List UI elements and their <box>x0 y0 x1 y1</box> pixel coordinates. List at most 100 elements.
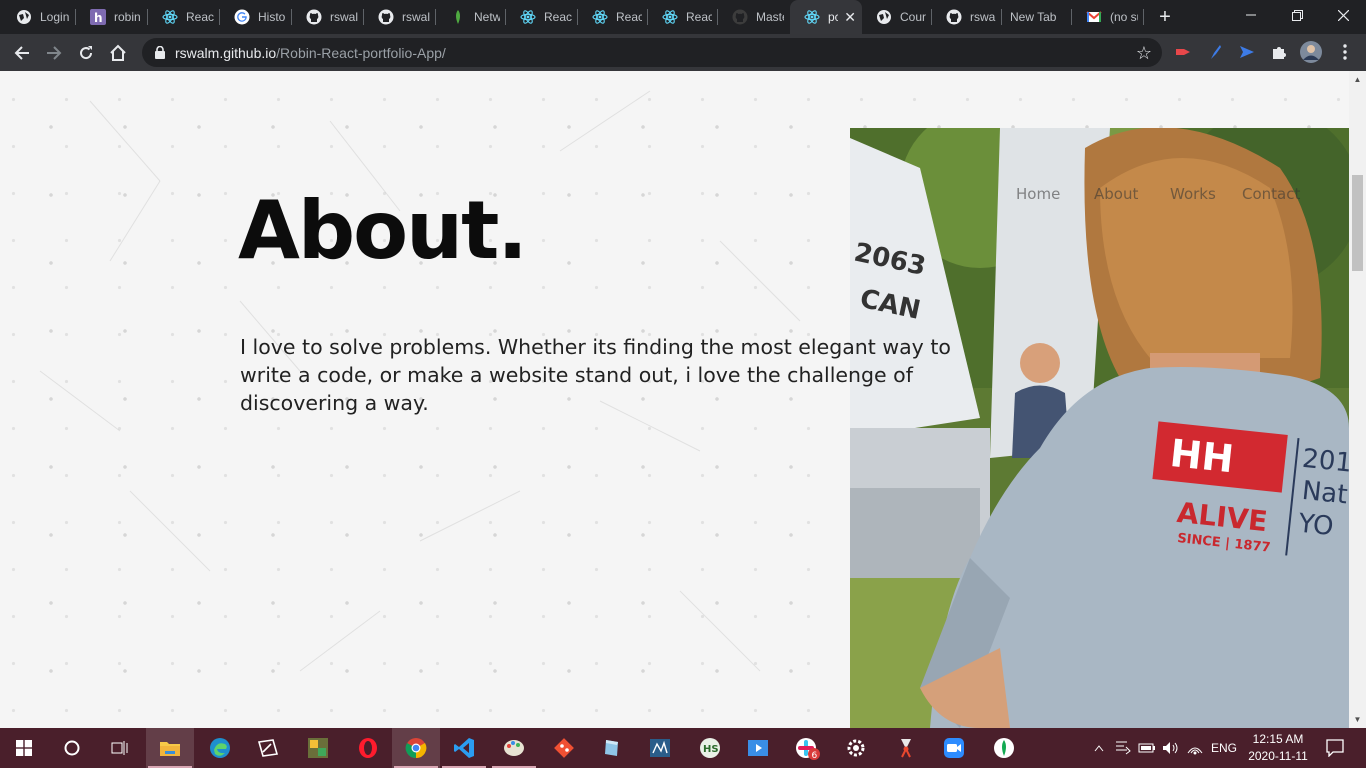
page-scrollbar[interactable]: ▲ ▼ <box>1349 71 1366 728</box>
file-explorer-icon[interactable] <box>146 728 194 768</box>
tab-rswalm-2[interactable]: rswalm <box>364 0 436 34</box>
tab-robin[interactable]: h robin <box>76 0 148 34</box>
svg-text:HS: HS <box>703 744 719 755</box>
minimize-button[interactable] <box>1228 0 1274 30</box>
heidisql-icon[interactable]: HS <box>686 728 734 768</box>
url-host: rswalm.github.io <box>175 44 277 61</box>
extensions-puzzle-icon[interactable] <box>1268 41 1290 63</box>
tab-new-tab[interactable]: New Tab <box>1002 0 1072 34</box>
app-icon[interactable] <box>588 728 636 768</box>
back-button[interactable] <box>8 39 36 67</box>
slack-badge: 6 <box>812 751 818 760</box>
nav-works-link[interactable]: Works <box>1170 185 1216 203</box>
bookmark-star-icon[interactable]: ☆ <box>1136 43 1152 64</box>
profile-avatar[interactable] <box>1300 41 1322 63</box>
battery-icon[interactable] <box>1136 728 1158 768</box>
tab-close-icon[interactable]: ✕ <box>844 9 856 26</box>
tab-rswalm-1[interactable]: rswalm <box>292 0 364 34</box>
tab-history[interactable]: Histor <box>220 0 292 34</box>
cortana-icon[interactable] <box>48 728 96 768</box>
new-tab-button[interactable]: + <box>1152 4 1178 30</box>
tab-login[interactable]: Login <box>2 0 76 34</box>
close-window-button[interactable] <box>1320 0 1366 30</box>
chrome-icon[interactable] <box>392 728 440 768</box>
tab-react-1[interactable]: React <box>148 0 220 34</box>
forward-button[interactable] <box>40 39 68 67</box>
system-clock[interactable]: 12:15 AM 2020-11-11 <box>1244 731 1312 765</box>
nav-home-link[interactable]: Home <box>1016 185 1060 203</box>
tab-title: robin <box>114 10 141 24</box>
notification-center-icon[interactable] <box>1318 728 1352 768</box>
globe-icon <box>16 9 32 25</box>
tab-title: React <box>616 10 642 24</box>
tab-react-4[interactable]: React <box>648 0 718 34</box>
tab-react-3[interactable]: React <box>578 0 648 34</box>
volume-icon[interactable] <box>1160 728 1182 768</box>
tab-network[interactable]: Netw <box>436 0 506 34</box>
slack-icon[interactable]: 6 <box>784 728 832 768</box>
svg-text:h: h <box>94 11 103 25</box>
photo-app-icon[interactable] <box>294 728 342 768</box>
react-icon <box>520 9 536 25</box>
clock-date: 2020-11-11 <box>1248 749 1308 763</box>
postman-icon[interactable] <box>882 728 930 768</box>
wifi-icon[interactable] <box>1184 728 1206 768</box>
extension-pen-icon[interactable] <box>1204 41 1226 63</box>
react-icon <box>662 9 678 25</box>
address-bar[interactable]: rswalm.github.io/Robin-React-portfolio-A… <box>142 38 1162 67</box>
extension-red-icon[interactable] <box>1172 41 1194 63</box>
tab-title: Netw <box>474 10 500 24</box>
heroku-icon: h <box>90 9 106 25</box>
react-icon <box>592 9 608 25</box>
tab-courses[interactable]: Cours <box>862 0 932 34</box>
tab-gmail[interactable]: (no su <box>1072 0 1144 34</box>
about-paragraph: I love to solve problems. Whether its fi… <box>240 335 951 415</box>
reload-button[interactable] <box>72 39 100 67</box>
mongodb-compass-icon[interactable] <box>980 728 1028 768</box>
scroll-down-icon[interactable]: ▼ <box>1349 711 1366 728</box>
paint-icon[interactable] <box>490 728 538 768</box>
tab-title: pc <box>828 10 839 24</box>
tab-react-2[interactable]: React <box>506 0 578 34</box>
scroll-up-icon[interactable]: ▲ <box>1349 71 1366 88</box>
shirt-logo-text: HH <box>1168 431 1236 481</box>
github-icon <box>306 9 322 25</box>
action-note-icon[interactable] <box>1112 728 1134 768</box>
nav-about-link[interactable]: About <box>1094 185 1138 203</box>
sketch-app-icon[interactable] <box>244 728 292 768</box>
tab-title: Cours <box>900 10 926 24</box>
scrollbar-thumb[interactable] <box>1352 175 1363 271</box>
start-icon[interactable] <box>0 728 48 768</box>
menu-kebab-icon[interactable] <box>1334 41 1356 63</box>
google-icon <box>234 9 250 25</box>
edge-icon[interactable] <box>196 728 244 768</box>
opera-icon[interactable] <box>344 728 392 768</box>
mysql-workbench-icon[interactable] <box>636 728 684 768</box>
vscode-icon[interactable] <box>440 728 488 768</box>
url-path: /Robin-React-portfolio-App/ <box>276 44 446 61</box>
extension-send-icon[interactable] <box>1236 41 1258 63</box>
clock-time: 12:15 AM <box>1252 732 1304 746</box>
tab-portfolio-active[interactable]: pc ✕ <box>790 0 862 34</box>
lock-icon <box>153 46 167 60</box>
page-viewport: 2063 CAN HH ALIVE SINCE | 1877 2019 Nat … <box>0 71 1366 728</box>
page-title: About. <box>238 184 528 277</box>
home-button[interactable] <box>104 39 132 67</box>
nav-contact-link[interactable]: Contact <box>1242 185 1300 203</box>
task-view-icon[interactable] <box>96 728 144 768</box>
tab-title: Histor <box>258 10 286 24</box>
restore-button[interactable] <box>1274 0 1320 30</box>
language-indicator[interactable]: ENG <box>1208 728 1240 768</box>
settings-icon[interactable] <box>832 728 880 768</box>
tab-title: (no su <box>1110 10 1138 24</box>
video-app-icon[interactable] <box>734 728 782 768</box>
zoom-icon[interactable] <box>930 728 978 768</box>
svg-text:YO: YO <box>1296 509 1335 543</box>
git-icon[interactable] <box>540 728 588 768</box>
gmail-icon <box>1086 9 1102 25</box>
tray-expand-icon[interactable] <box>1090 728 1108 768</box>
tab-rswalm-3[interactable]: rswalm <box>932 0 1002 34</box>
tab-master[interactable]: Maste <box>718 0 790 34</box>
url-text: rswalm.github.io/Robin-React-portfolio-A… <box>175 45 446 61</box>
tab-title: rswalm <box>330 10 358 24</box>
